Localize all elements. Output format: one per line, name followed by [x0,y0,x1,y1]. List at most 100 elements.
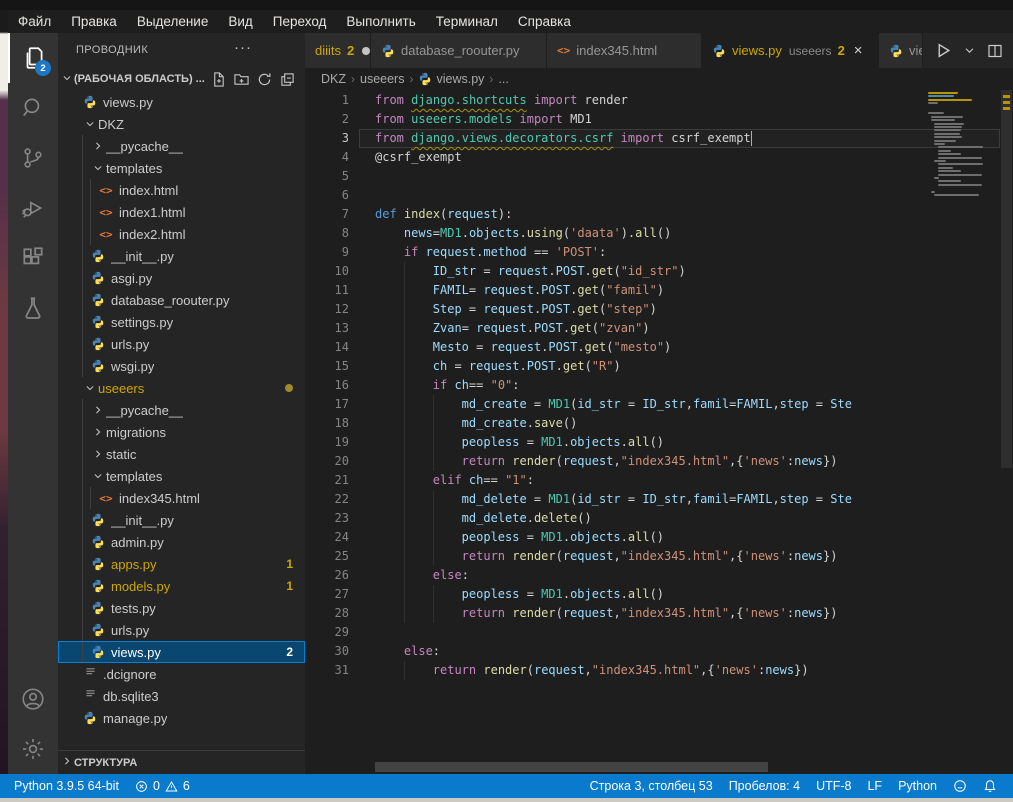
code-line-6[interactable] [375,186,1000,205]
minimap[interactable] [928,92,1000,222]
line-number[interactable]: 13 [305,319,359,338]
code-line-3[interactable]: from django.views.decorators.csrf import… [375,129,1000,148]
new-file-icon[interactable] [211,72,226,87]
line-number[interactable]: 24 [305,528,359,547]
line-number[interactable]: 30 [305,642,359,661]
code-line-21[interactable]: elif ch== "1": [375,471,1000,490]
horizontal-scrollbar-thumb[interactable] [375,762,768,772]
breadcrumb-item-useeers[interactable]: useeers [360,72,404,86]
tree-item-templates[interactable]: templates [58,465,305,487]
menu-item-выделение[interactable]: Выделение [127,10,219,33]
line-number[interactable]: 28 [305,604,359,623]
tree-item-admin-py[interactable]: admin.py [58,531,305,553]
notifications-bell-icon[interactable] [975,779,1005,793]
tree-item-views-py[interactable]: views.py [58,91,305,113]
problems-status[interactable]: 0 6 [127,774,198,798]
workspace-section-header[interactable]: (РАБОЧАЯ ОБЛАСТЬ) ... [58,67,305,91]
run-debug-icon[interactable] [8,183,58,233]
tree-item-static[interactable]: static [58,443,305,465]
code-line-16[interactable]: if ch== "0": [375,376,1000,395]
explorer-icon[interactable]: 2 [8,33,58,83]
tree-item-index2-html[interactable]: <>index2.html [58,223,305,245]
code-line-28[interactable]: return render(request,"index345.html",{'… [375,604,1000,623]
code-line-13[interactable]: Zvan= request.POST.get("zvan") [375,319,1000,338]
breadcrumb-item-dkz[interactable]: DKZ [321,72,346,86]
vertical-scrollbar-thumb[interactable] [1001,90,1012,468]
language-mode-status[interactable]: Python [890,779,945,793]
code-line-11[interactable]: FAMIL= request.POST.get("famil") [375,281,1000,300]
line-number[interactable]: 15 [305,357,359,376]
tab-vie[interactable]: vie [879,33,923,68]
code-line-27[interactable]: peopless = MD1.objects.all() [375,585,1000,604]
line-number[interactable]: 10 [305,262,359,281]
eol-status[interactable]: LF [859,779,890,793]
line-number[interactable]: 19 [305,433,359,452]
tree-item-migrations[interactable]: migrations [58,421,305,443]
code-line-12[interactable]: Step = request.POST.get("step") [375,300,1000,319]
vertical-scrollbar[interactable] [1000,90,1013,774]
tree-item-dkz[interactable]: DKZ [58,113,305,135]
line-number[interactable]: 26 [305,566,359,585]
tree-item-models-py[interactable]: models.py1 [58,575,305,597]
code-line-30[interactable]: else: [375,642,1000,661]
line-number[interactable]: 20 [305,452,359,471]
tree-item-wsgi-py[interactable]: wsgi.py [58,355,305,377]
tab-close-icon[interactable]: × [854,42,863,59]
python-interpreter-status[interactable]: Python 3.9.5 64-bit [6,774,127,798]
code-line-25[interactable]: return render(request,"index345.html",{'… [375,547,1000,566]
tab-views-py[interactable]: views.pyuseeers2× [702,33,879,68]
tree-item--init-py[interactable]: __init__.py [58,509,305,531]
code-line-17[interactable]: md_create = MD1(id_str = ID_str,famil=FA… [375,395,1000,414]
tab-index345-html[interactable]: <>index345.html [547,33,702,68]
indentation-status[interactable]: Пробелов: 4 [721,779,808,793]
extensions-icon[interactable] [8,233,58,283]
menu-item-правка[interactable]: Правка [61,10,127,33]
code-line-2[interactable]: from useeers.models import MD1 [375,110,1000,129]
tree-item-tests-py[interactable]: tests.py [58,597,305,619]
code-line-31[interactable]: return render(request,"index345.html",{'… [375,661,1000,680]
menu-item-справка[interactable]: Справка [508,10,581,33]
feedback-icon[interactable] [945,779,975,793]
code-line-15[interactable]: ch = request.POST.get("R") [375,357,1000,376]
line-number[interactable]: 18 [305,414,359,433]
tree-item-settings-py[interactable]: settings.py [58,311,305,333]
account-icon[interactable] [8,674,58,724]
tree-item-urls-py[interactable]: urls.py [58,619,305,641]
tree-item-index1-html[interactable]: <>index1.html [58,201,305,223]
explorer-more-actions[interactable]: ··· [234,39,252,56]
code-line-9[interactable]: if request.method == 'POST': [375,243,1000,262]
menu-item-терминал[interactable]: Терминал [426,10,508,33]
code-line-7[interactable]: def index(request): [375,205,1000,224]
tree-item-index-html[interactable]: <>index.html [58,179,305,201]
code-line-1[interactable]: from django.shortcuts import render [375,91,1000,110]
line-number[interactable]: 31 [305,661,359,680]
tab-diiits[interactable]: diiits2 [305,33,371,68]
tree-item-database-roouter-py[interactable]: database_roouter.py [58,289,305,311]
code-line-18[interactable]: md_create.save() [375,414,1000,433]
outline-section-header[interactable]: СТРУКТУРА [58,750,305,774]
line-number[interactable]: 23 [305,509,359,528]
encoding-status[interactable]: UTF-8 [808,779,859,793]
tree-item-urls-py[interactable]: urls.py [58,333,305,355]
tab-database-roouter-py[interactable]: database_roouter.py [371,33,547,68]
code-editor[interactable]: 1234567891011121314151617181920212223242… [305,90,1013,774]
run-button[interactable] [935,42,952,59]
line-number[interactable]: 14 [305,338,359,357]
collapse-all-icon[interactable] [280,72,295,87]
cursor-position-status[interactable]: Строка 3, столбец 53 [582,779,721,793]
tree-item-asgi-py[interactable]: asgi.py [58,267,305,289]
tree-item--pycache-[interactable]: __pycache__ [58,399,305,421]
line-number[interactable]: 27 [305,585,359,604]
settings-gear-icon[interactable] [8,724,58,774]
code-line-29[interactable] [375,623,1000,642]
code-line-22[interactable]: md_delete = MD1(id_str = ID_str,famil=FA… [375,490,1000,509]
line-number[interactable]: 11 [305,281,359,300]
tree-item-db-sqlite3[interactable]: db.sqlite3 [58,685,305,707]
new-folder-icon[interactable] [234,72,249,87]
code-line-10[interactable]: ID_str = request.POST.get("id_str") [375,262,1000,281]
tree-item--init-py[interactable]: __init__.py [58,245,305,267]
tree-item-useeers[interactable]: useeers [58,377,305,399]
tree-item--pycache-[interactable]: __pycache__ [58,135,305,157]
menu-item-вид[interactable]: Вид [218,10,262,33]
line-number[interactable]: 17 [305,395,359,414]
